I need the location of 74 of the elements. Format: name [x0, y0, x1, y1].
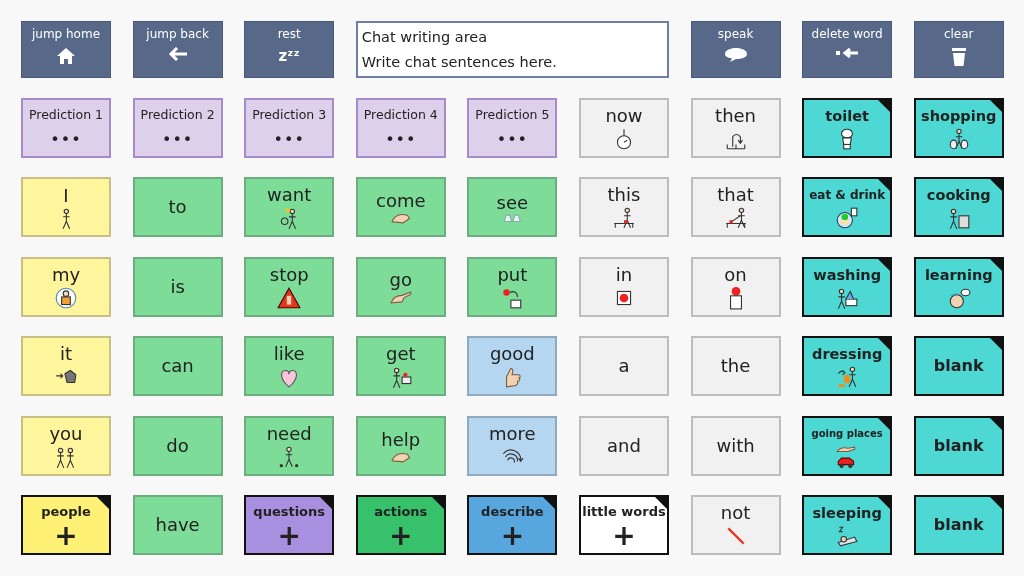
figure-in-circle-icon — [54, 285, 78, 310]
folder-button[interactable]: washing — [802, 256, 893, 317]
clear-button[interactable]: clear — [913, 21, 1004, 78]
word-button[interactable]: the — [690, 336, 781, 396]
word-button[interactable]: get — [355, 336, 446, 396]
folder-button[interactable]: going places — [802, 415, 893, 476]
word-button[interactable]: more — [467, 415, 558, 476]
prediction-button[interactable]: Prediction 3 ••• — [244, 97, 335, 158]
word-button[interactable]: to — [132, 177, 223, 237]
word-button[interactable]: my — [21, 256, 111, 317]
delete-word-button[interactable]: delete word — [802, 21, 893, 78]
word-button[interactable]: not — [690, 495, 781, 555]
folder-button[interactable]: sleeping — [802, 495, 893, 555]
word-button[interactable]: come — [355, 177, 446, 237]
prediction-button[interactable]: Prediction 1 ••• — [21, 97, 111, 158]
prediction-button[interactable]: Prediction 2 ••• — [132, 97, 223, 158]
word-button[interactable]: then — [690, 97, 781, 158]
word-button[interactable]: I — [21, 177, 111, 237]
prediction-button[interactable]: Prediction 4 ••• — [355, 97, 446, 158]
word-button[interactable]: on — [690, 256, 781, 317]
word-button[interactable]: this — [578, 177, 669, 237]
word-button[interactable]: can — [132, 336, 223, 396]
folder-button[interactable]: shopping — [913, 97, 1004, 158]
folder-button[interactable]: cooking — [913, 177, 1004, 237]
category-button[interactable]: describe + — [467, 495, 558, 555]
word-button[interactable]: need — [244, 415, 335, 476]
category-button[interactable]: little words + — [578, 495, 669, 555]
figure-icon — [61, 206, 71, 230]
folder-button[interactable]: toilet — [802, 97, 893, 158]
word-button[interactable]: you — [21, 415, 111, 476]
rest-button[interactable]: rest zᶻᶻ — [244, 21, 335, 78]
figure-at-table-icon — [611, 206, 636, 230]
category-button[interactable]: questions + — [244, 495, 335, 555]
back-button[interactable]: jump back — [132, 21, 223, 78]
folder-button[interactable]: blank — [913, 336, 1004, 396]
warning-triangle-icon — [277, 285, 302, 310]
folder-button[interactable]: blank — [913, 415, 1004, 476]
folder-button[interactable]: learning — [913, 256, 1004, 317]
prediction-button[interactable]: Prediction 5 ••• — [467, 97, 558, 158]
word-button[interactable]: that — [690, 177, 781, 237]
word-button[interactable]: want — [244, 177, 335, 237]
sleeping-in-bed-icon — [835, 524, 860, 548]
word-button[interactable]: now — [578, 97, 669, 158]
category-button[interactable]: people + — [21, 495, 111, 555]
folder-button[interactable]: eat & drink — [802, 177, 893, 237]
home-icon — [56, 47, 76, 65]
speech-bubble-icon — [723, 47, 748, 63]
folder-button[interactable]: dressing — [802, 336, 893, 396]
word-button[interactable]: put — [467, 256, 558, 317]
word-button[interactable]: have — [132, 495, 223, 555]
folder-button[interactable]: blank — [913, 495, 1004, 555]
word-button[interactable]: a — [578, 336, 669, 396]
trash-icon — [950, 47, 967, 67]
word-button[interactable]: like — [244, 336, 335, 396]
word-button[interactable]: do — [132, 415, 223, 476]
home-button[interactable]: jump home — [21, 21, 111, 78]
speak-button[interactable]: speak — [690, 21, 781, 78]
word-button[interactable]: good — [467, 336, 558, 396]
word-button[interactable]: and — [578, 415, 669, 476]
category-button[interactable]: actions + — [355, 495, 446, 555]
word-button[interactable]: see — [467, 177, 558, 237]
chat-field[interactable]: Chat writing area Write chat sentences here. — [355, 21, 669, 78]
word-button[interactable]: in — [578, 256, 669, 317]
word-button[interactable]: go — [355, 256, 446, 317]
pointing-hand-icon — [389, 290, 412, 305]
word-button[interactable]: help — [355, 415, 446, 476]
figure-pointing-icon — [723, 206, 748, 230]
plate-and-glass-icon — [835, 206, 860, 230]
word-button[interactable]: stop — [244, 256, 335, 317]
word-button[interactable]: with — [690, 415, 781, 476]
word-button[interactable]: it — [21, 336, 111, 396]
back-arrow-icon — [167, 47, 188, 61]
delete-arrow-icon — [835, 47, 860, 59]
word-button[interactable]: is — [132, 256, 223, 317]
